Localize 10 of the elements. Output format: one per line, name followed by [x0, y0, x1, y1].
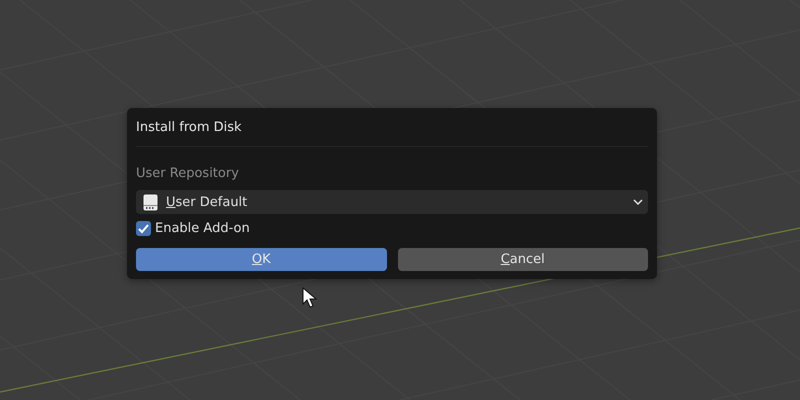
drive-icon [143, 194, 158, 210]
dialog-title: Install from Disk [136, 108, 648, 147]
chevron-down-icon [633, 199, 643, 205]
cancel-button[interactable]: Cancel [398, 248, 648, 271]
enable-addon-checkbox[interactable]: Enable Add-on [136, 221, 250, 236]
field-label: User Repository [136, 166, 239, 181]
mouse-cursor-icon [302, 287, 318, 309]
checkbox[interactable] [136, 221, 151, 236]
repository-dropdown[interactable]: User Default [136, 190, 648, 214]
check-icon [138, 224, 149, 234]
